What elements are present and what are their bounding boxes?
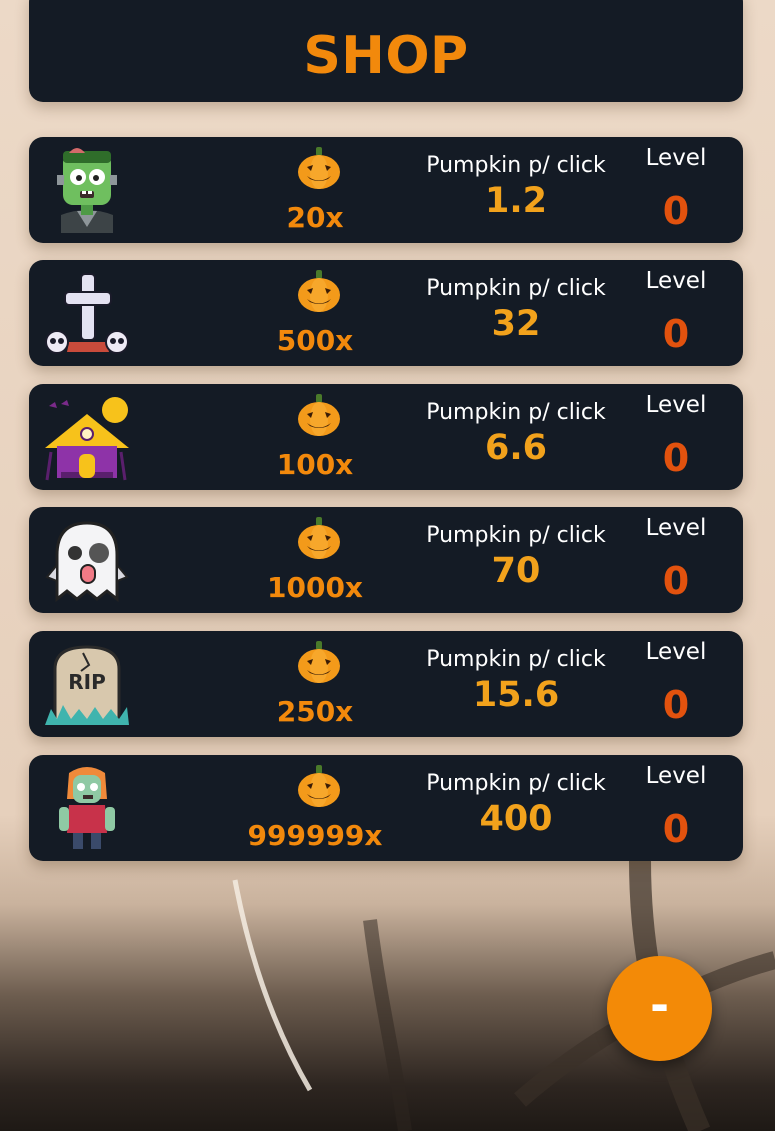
level-label: Level (645, 639, 707, 665)
level-value: 0 (662, 683, 690, 727)
pumpkin-per-click-value: 70 (491, 551, 541, 591)
item-cost: 20x (286, 201, 344, 234)
pumpkin-icon (298, 517, 340, 559)
pumpkin-per-click-value: 1.2 (484, 181, 547, 221)
pumpkin-per-click-value: 15.6 (472, 675, 560, 715)
ghost-icon (45, 521, 129, 603)
item-cost: 250x (276, 695, 354, 728)
item-cost: 100x (276, 448, 354, 481)
item-cost: 500x (276, 324, 354, 357)
pumpkin-per-click-value: 6.6 (484, 428, 547, 468)
level-label: Level (645, 763, 707, 789)
level-label: Level (645, 515, 707, 541)
pumpkin-per-click-label: Pumpkin p/ click (426, 771, 606, 796)
haunted-house-icon (45, 397, 129, 481)
level-value: 0 (662, 189, 690, 233)
zombie-walker-icon (59, 767, 115, 849)
item-cost: 999999x (247, 819, 383, 852)
pumpkin-icon (298, 641, 340, 683)
shop-header: SHOP (29, 0, 743, 102)
level-value: 0 (662, 436, 690, 480)
shop-item-tombstone[interactable]: RIP 250x Pumpkin p/ click 15.6 Level 0 (29, 631, 743, 737)
shop-item-zombie[interactable]: 20x Pumpkin p/ click 1.2 Level 0 (29, 137, 743, 243)
shop-item-ghost[interactable]: 1000x Pumpkin p/ click 70 Level 0 (29, 507, 743, 613)
zombie-frankenstein-icon (57, 148, 117, 233)
level-value: 0 (662, 807, 690, 851)
level-value: 0 (662, 559, 690, 603)
level-label: Level (645, 268, 707, 294)
pumpkin-per-click-value: 400 (479, 799, 553, 839)
collapse-shop-button[interactable]: - (607, 956, 712, 1061)
shop-item-grave[interactable]: 500x Pumpkin p/ click 32 Level 0 (29, 260, 743, 366)
pumpkin-per-click-label: Pumpkin p/ click (426, 400, 606, 425)
level-label: Level (645, 392, 707, 418)
level-value: 0 (662, 312, 690, 356)
rip-tombstone-icon: RIP (45, 645, 129, 725)
pumpkin-icon (298, 147, 340, 189)
pumpkin-per-click-label: Pumpkin p/ click (426, 153, 606, 178)
shop-item-zombie-walker[interactable]: 999999x Pumpkin p/ click 400 Level 0 (29, 755, 743, 861)
pumpkin-per-click-label: Pumpkin p/ click (426, 276, 606, 301)
shop-title: SHOP (303, 26, 469, 86)
pumpkin-icon (298, 394, 340, 436)
grave-cross-skulls-icon (45, 273, 129, 354)
pumpkin-per-click-label: Pumpkin p/ click (426, 647, 606, 672)
svg-text:RIP: RIP (68, 670, 106, 694)
item-cost: 1000x (267, 571, 363, 604)
shop-item-haunted-house[interactable]: 100x Pumpkin p/ click 6.6 Level 0 (29, 384, 743, 490)
pumpkin-per-click-label: Pumpkin p/ click (426, 523, 606, 548)
pumpkin-per-click-value: 32 (491, 304, 541, 344)
pumpkin-icon (298, 765, 340, 807)
minus-icon: - (649, 977, 670, 1032)
pumpkin-icon (298, 270, 340, 312)
level-label: Level (645, 145, 707, 171)
